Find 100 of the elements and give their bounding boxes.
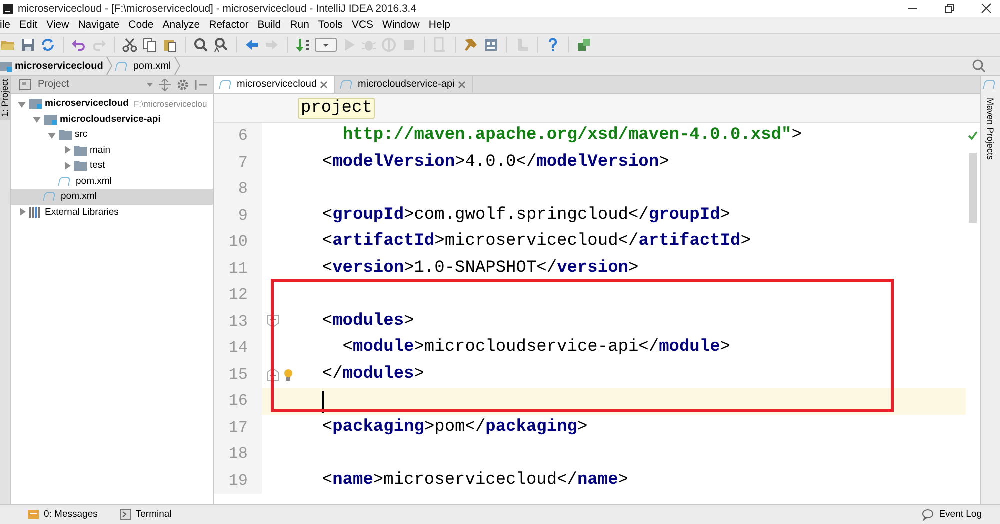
collapsed-arrow-icon <box>18 208 26 216</box>
maven-projects-button[interactable]: Maven Projects <box>986 95 996 164</box>
tree-item[interactable]: main <box>11 142 213 158</box>
run-config-dropdown[interactable] <box>315 38 337 52</box>
hide-panel-icon[interactable] <box>195 78 207 90</box>
close-icon[interactable] <box>981 3 992 14</box>
find-icon[interactable] <box>193 37 209 53</box>
terminal-icon <box>120 509 131 520</box>
project-tool-button[interactable]: 1: Project <box>0 76 10 120</box>
line-number: 7 <box>214 150 262 176</box>
tree-item[interactable]: pom.xml <box>11 174 213 189</box>
maven-file-icon <box>340 80 353 89</box>
code-line: <module>microcloudservice-api</module> <box>342 338 730 358</box>
code-line: http://maven.apache.org/xsd/maven-4.0.0.xsd"> <box>342 126 802 146</box>
breadcrumb-item[interactable]: microservicecloud <box>0 60 104 72</box>
search-icon[interactable] <box>972 59 986 73</box>
menu-item[interactable]: Analyze <box>158 19 206 31</box>
line-number: 10 <box>214 229 262 256</box>
menu-item[interactable]: ile <box>0 19 16 31</box>
menu-item[interactable]: Help <box>424 19 456 31</box>
menu-item[interactable]: View <box>42 19 74 31</box>
lightbulb-icon[interactable] <box>284 368 293 381</box>
maven-file-icon <box>115 62 128 70</box>
tree-item[interactable]: pom.xml <box>11 189 213 204</box>
tag-breadcrumb[interactable]: project <box>298 98 376 118</box>
replace-icon[interactable] <box>213 37 229 53</box>
speech-bubble-icon <box>922 508 934 520</box>
copy-icon[interactable] <box>142 37 158 53</box>
line-number: 6 <box>214 123 262 150</box>
line-number: 17 <box>214 414 262 441</box>
folder-icon <box>74 159 87 172</box>
menu-item[interactable]: Navigate <box>74 19 125 31</box>
collapse-all-icon[interactable] <box>159 78 171 90</box>
code-line: <version>1.0-SNAPSHOT</version> <box>321 258 639 279</box>
cut-icon[interactable] <box>122 37 138 53</box>
menu-item[interactable]: VCS <box>348 19 379 31</box>
build-icon[interactable] <box>295 37 311 53</box>
module-folder-icon <box>44 112 57 126</box>
line-number: 15 <box>214 362 262 388</box>
tree-item[interactable]: External Libraries <box>11 204 213 220</box>
library-icon <box>29 206 42 219</box>
menu-item[interactable]: Edit <box>16 19 43 31</box>
tool-window-button[interactable]: 0: Messages <box>28 509 98 520</box>
paste-icon[interactable] <box>162 37 178 53</box>
gear-icon[interactable] <box>177 78 189 90</box>
folder-icon <box>74 144 87 157</box>
back-icon[interactable] <box>244 37 260 53</box>
maven-file-icon <box>219 80 232 89</box>
menu-item[interactable]: Refactor <box>205 19 254 31</box>
path-hint: F:\microserviceclou <box>134 98 208 109</box>
line-number: 9 <box>214 202 262 229</box>
code-line: <modules> <box>321 312 414 332</box>
line-number: 14 <box>214 335 262 362</box>
messages-icon <box>28 509 39 520</box>
menu-item[interactable]: Tools <box>314 19 348 31</box>
breadcrumb-item[interactable]: pom.xml <box>116 60 172 72</box>
code-line: <modelVersion>4.0.0</modelVersion> <box>321 152 670 173</box>
line-number: 12 <box>214 282 262 308</box>
line-number: 18 <box>214 441 262 468</box>
dropdown-arrow-icon <box>322 42 330 48</box>
scrollbar-thumb[interactable] <box>969 153 977 223</box>
tree-item[interactable]: microcloudservice-api <box>11 112 213 127</box>
line-number: 19 <box>214 468 262 494</box>
code-line: <name>microservicecloud</name> <box>321 470 628 491</box>
menu-item[interactable]: Code <box>124 19 159 31</box>
tree-item[interactable]: src <box>11 127 213 142</box>
module-folder-icon <box>0 60 12 72</box>
folder-icon <box>59 128 72 142</box>
menu-item[interactable]: Run <box>286 19 314 31</box>
maven-file-icon <box>58 176 71 186</box>
window-title: microservicecloud - [F:\microservicecloud] - microservicecloud - IntelliJ IDEA 2016.3.4 <box>18 2 417 14</box>
code-line: <packaging>pom</packaging> <box>321 418 588 438</box>
line-number: 8 <box>214 176 262 202</box>
maven-file-icon <box>43 192 56 202</box>
panel-title: Project <box>38 79 70 90</box>
dropdown-arrow-icon[interactable] <box>147 82 153 86</box>
tool-window-button[interactable]: Terminal <box>120 509 172 520</box>
code-line: <groupId>com.gwolf.springcloud</groupId> <box>321 206 730 226</box>
check-icon <box>968 131 978 141</box>
editor-tab[interactable]: microcloudservice-api <box>335 76 473 93</box>
structure-icon[interactable] <box>483 37 499 53</box>
line-number: 16 <box>214 388 262 414</box>
maven-file-icon <box>982 80 996 89</box>
save-icon[interactable] <box>20 37 36 53</box>
tree-item[interactable]: test <box>11 158 213 174</box>
editor-tab[interactable]: microservicecloud <box>214 76 336 93</box>
tree-item[interactable]: microservicecloud F:\microserviceclou <box>11 96 213 112</box>
line-number: 11 <box>214 256 262 282</box>
module-folder-icon <box>29 97 42 110</box>
restore-icon[interactable] <box>944 3 955 14</box>
menu-item[interactable]: Window <box>378 19 425 31</box>
menu-item[interactable]: Build <box>254 19 286 31</box>
code-line: <artifactId>microservicecloud</artifactId> <box>321 232 751 252</box>
event-log-button[interactable]: Event Log <box>922 508 982 520</box>
text-caret <box>322 391 324 414</box>
sync-icon[interactable] <box>40 37 56 53</box>
chevron-icon <box>174 57 182 75</box>
project-view-icon <box>19 78 32 90</box>
line-number: 13 <box>214 308 262 335</box>
code-line: </modules> <box>321 364 424 385</box>
